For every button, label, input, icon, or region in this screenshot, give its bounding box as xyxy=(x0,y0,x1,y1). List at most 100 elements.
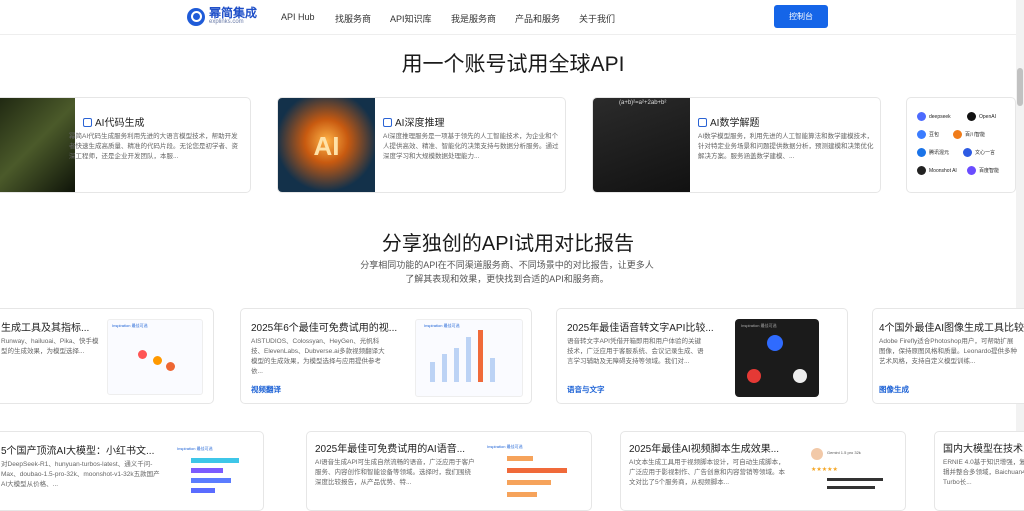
scatter-thumbnail: Inspiration 最佳可选 xyxy=(107,319,203,395)
record-icon xyxy=(747,369,761,383)
voice-app-thumbnail: Inspiration 最佳可选 xyxy=(735,319,819,397)
thumb-label: Inspiration 最佳可选 xyxy=(741,323,777,328)
deepseek-icon xyxy=(917,112,926,121)
chart-bar xyxy=(191,488,215,493)
section-subtitle: 分享相同功能的API在不同渠道服务商、不同场景中的对比报告，让更多人了解其表现和… xyxy=(360,260,654,284)
math-thumbnail: (a+b)²=a²+2ab+b² xyxy=(593,98,690,192)
chart-bar xyxy=(466,337,471,382)
card-desc: ERNIE 4.0基于知识增强，复杂逻辑并整合多领域，Baichuan4 Tur… xyxy=(943,459,1024,486)
bar-chart-thumbnail: Inspiration 最佳可选 xyxy=(415,319,523,397)
rating-bar xyxy=(827,486,875,489)
logo-label: OpenAI xyxy=(979,113,996,120)
hbar-chart-thumbnail: Inspiration 最佳可选 xyxy=(177,446,247,506)
thumb-label: Inspiration 最佳可选 xyxy=(487,444,523,449)
category-tag[interactable]: 视频翻译 xyxy=(251,384,281,395)
card-desc: 对DeepSeek-R1、hunyuan-turbos-latest、通义千问-… xyxy=(1,461,160,488)
math-icon xyxy=(698,118,707,127)
chart-bar xyxy=(507,480,551,485)
code-icon xyxy=(83,118,92,127)
card-desc: AISTUDIOS、Colossyan、HeyGen、光帆科技、ElevenLa… xyxy=(251,338,385,375)
card-desc: Runway、hailuoai、Pika、快手模型的生成效果，为模型选择... xyxy=(1,338,99,355)
nav-item-api-hub[interactable]: API Hub xyxy=(281,12,315,22)
nav-item-about[interactable]: 关于我们 xyxy=(579,12,615,25)
chart-bar xyxy=(430,362,435,382)
logo-subtitle: explinks.com xyxy=(209,19,244,25)
rating-stars: ★★★★★ xyxy=(811,467,838,473)
ai-chip-thumbnail: AI xyxy=(278,98,375,192)
hbar-chart-thumbnail: Inspiration 最佳可选 xyxy=(487,444,579,504)
report-card[interactable]: 国内大模型在技术... ERNIE 4.0基于知识增强，复杂逻辑并整合多领域，B… xyxy=(934,431,1024,511)
rating-bar xyxy=(827,478,883,481)
card-title: 2025年最佳AI视频脚本生成效果... xyxy=(629,444,780,455)
card-desc: Adobe Firefly适合Photoshop用户，可帮助扩展图像，保持原图风… xyxy=(879,338,1017,365)
thumb-label: Gemini 1.5 pro 32k xyxy=(827,450,861,455)
thumb-label: Inspiration 最佳可选 xyxy=(112,323,148,328)
chart-bar xyxy=(191,458,239,463)
chart-bar xyxy=(507,456,533,461)
report-card[interactable]: 2025年6个最佳可免费试用的视... AISTUDIOS、Colossyan、… xyxy=(240,308,532,404)
card-desc: 幂简AI代码生成服务利用先进的大语言模型技术，帮助开发者快速生成高质量、精准的代… xyxy=(69,133,238,160)
card-desc: AI文本生成工具用于视频脚本设计，可自动生成脚本，广泛应用于影视制作、广告创意和… xyxy=(629,459,785,486)
card-desc: AI语音生成API可生成自然流畅的语音，广泛应用于客户服务、内容创作和智能设备等… xyxy=(315,459,475,486)
logo-icon xyxy=(187,7,205,26)
logo-label: 豆包 xyxy=(929,132,940,138)
math-formula: (a+b)²=a²+2ab+b² xyxy=(619,100,667,106)
avatar xyxy=(811,448,823,460)
model-logos-card[interactable]: deepseek OpenAI 豆包 百川智能 腾讯混元 文心一言 Moonsh… xyxy=(906,97,1016,193)
baidu-icon xyxy=(967,166,976,175)
data-point xyxy=(153,356,162,365)
scrollbar[interactable] xyxy=(1016,0,1024,495)
top-navbar: 幂简集成 explinks.com API Hub 找服务商 API知识库 我是… xyxy=(0,0,1016,35)
ai-chip-text: AI xyxy=(313,130,340,161)
nav-item-products[interactable]: 产品和服务 xyxy=(515,12,560,25)
card-title: 2025年最佳可免费试用的AI语音... xyxy=(315,444,466,455)
scrollbar-thumb[interactable] xyxy=(1017,68,1023,106)
card-desc: AI数学模型服务，利用先进的人工智能算法和数学建模技术，针对特定业务场景和问题提… xyxy=(698,133,874,160)
report-card[interactable]: 4个国外最佳AI图像生成工具比较 Adobe Firefly适合Photosho… xyxy=(872,308,1024,404)
category-tag[interactable]: 语音与文字 xyxy=(567,384,605,395)
nav-item-i-am-provider[interactable]: 我是服务商 xyxy=(451,12,496,25)
report-card[interactable]: 2025年最佳语音转文字API比较... 语音转文字API凭借开箱即用和用户体验… xyxy=(556,308,848,404)
report-card[interactable]: 2025年最佳可免费试用的AI语音... AI语音生成API可生成自然流畅的语音… xyxy=(306,431,592,511)
chart-bar xyxy=(442,354,447,382)
card-title: AI代码生成 xyxy=(95,118,145,129)
card-title: AI数学解题 xyxy=(710,118,760,129)
chart-bar xyxy=(490,358,495,382)
code-thumbnail xyxy=(0,98,75,192)
report-card[interactable]: 5个国产顶流AI大模型：小红书文... 对DeepSeek-R1、hunyuan… xyxy=(0,431,264,511)
thumb-label: Inspiration 最佳可选 xyxy=(177,446,213,451)
app-logo-icon xyxy=(767,335,783,351)
report-card[interactable]: 2025年最佳AI视频脚本生成效果... AI文本生成工具用于视频脚本设计，可自… xyxy=(620,431,906,511)
hunyuan-icon xyxy=(917,148,926,157)
logo-label: Moonshot AI xyxy=(929,167,957,174)
card-title: 2025年6个最佳可免费试用的视... xyxy=(251,323,398,334)
mic-icon xyxy=(793,369,807,383)
logo-label: deepseek xyxy=(929,113,951,120)
category-tag[interactable]: 图像生成 xyxy=(879,384,909,395)
nav-item-api-knowledge[interactable]: API知识库 xyxy=(390,12,432,25)
card-title: 2025年最佳语音转文字API比较... xyxy=(567,323,714,334)
card-desc: AI深度推理服务是一项基于领先的人工智能技术，为企业和个人提供高效、精准、智能化… xyxy=(383,133,559,160)
logo-label: 百川智能 xyxy=(965,132,986,138)
chart-bar xyxy=(191,468,223,473)
feature-card-ai-reasoning[interactable]: AI AI深度推理 AI深度推理服务是一项基于领先的人工智能技术，为企业和个人提… xyxy=(277,97,566,193)
card-desc: 语音转文字API凭借开箱即用和用户体验的关键技术，广泛应用于客服系统、会议记录生… xyxy=(567,338,704,365)
section-title-reports: 分享独创的API试用对比报告 xyxy=(381,233,635,255)
doubao-icon xyxy=(917,130,926,139)
feature-card-ai-math[interactable]: (a+b)²=a²+2ab+b² AI数学解题 AI数学模型服务，利用先进的人工… xyxy=(592,97,881,193)
data-point xyxy=(138,350,147,359)
console-button[interactable]: 控制台 xyxy=(774,5,828,28)
baichuan-icon xyxy=(953,130,962,139)
section-title-global-api: 用一个账号试用全球API xyxy=(401,53,625,76)
reasoning-icon xyxy=(383,118,392,127)
site-logo[interactable]: 幂简集成 explinks.com xyxy=(187,7,257,26)
feature-card-ai-code[interactable]: AI代码生成 幂简AI代码生成服务利用先进的大语言模型技术，帮助开发者快速生成高… xyxy=(0,97,251,193)
card-title: 5个国产顶流AI大模型：小红书文... xyxy=(1,446,155,457)
card-title: 4个国外最佳AI图像生成工具比较 xyxy=(879,323,1024,334)
nav-item-find-provider[interactable]: 找服务商 xyxy=(335,12,371,25)
chart-bar xyxy=(507,468,567,473)
data-point xyxy=(166,362,175,371)
card-title: AI深度推理 xyxy=(395,118,445,129)
report-card[interactable]: 生成工具及其指标... Runway、hailuoai、Pika、快手模型的生成… xyxy=(0,308,214,404)
thumb-label: Inspiration 最佳可选 xyxy=(424,323,460,328)
